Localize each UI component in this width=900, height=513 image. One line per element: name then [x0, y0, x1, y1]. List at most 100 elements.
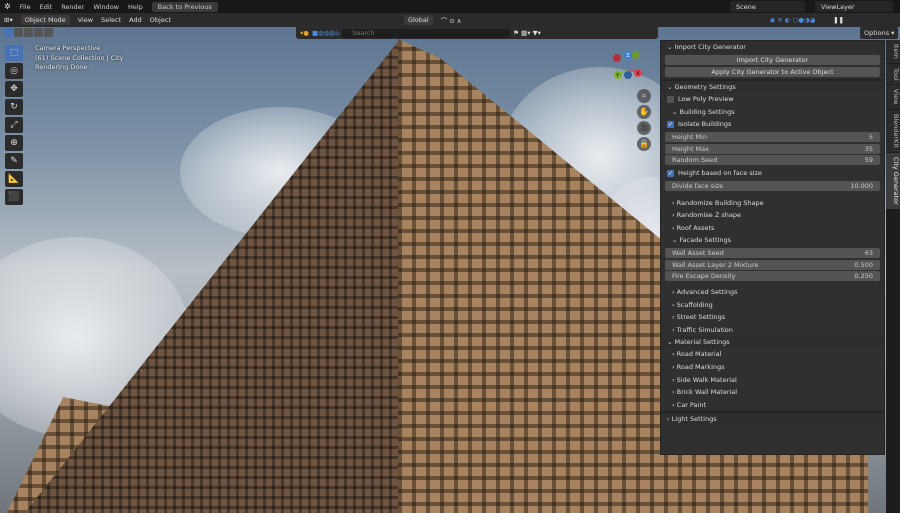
tab-city-generator[interactable]: City Generator — [886, 152, 900, 209]
street-settings-header[interactable]: › Street Settings — [661, 311, 884, 324]
menu-render[interactable]: Render — [61, 3, 84, 11]
randomise-z-shape-header[interactable]: › Randomise Z shape — [661, 209, 884, 222]
menu-window[interactable]: Window — [93, 3, 119, 11]
subpanel-label: Side Walk Material — [676, 375, 737, 384]
randomize-building-shape-header[interactable]: › Randomize Building Shape — [661, 196, 884, 209]
selection-mode-buttons[interactable] — [4, 28, 53, 37]
menu-object[interactable]: Object — [150, 16, 171, 24]
viewport-toolbar: ▾● ■◍◍◍⌂ Search ⚑ ▦▾ ▼▾ — [296, 27, 658, 39]
roof-assets-header[interactable]: › Roof Assets — [661, 222, 884, 235]
height-face-size-checkbox[interactable]: ✓ Height based on face size — [661, 167, 884, 180]
navigation-gizmo[interactable]: Z Y X — [608, 47, 648, 87]
import-title: Import City Generator — [674, 43, 746, 51]
road-material-header[interactable]: › Road Material — [661, 348, 884, 361]
fire-escape-density-field[interactable]: Fire Escape Density 0.250 — [665, 271, 880, 282]
brick-wall-material-header[interactable]: › Brick Wall Material — [661, 386, 884, 399]
scene-name: Scene — [736, 2, 756, 11]
view-layer-selector[interactable]: ViewLayer — [815, 1, 893, 12]
z-label: Z — [626, 53, 630, 59]
wall-asset-mixture-field[interactable]: Wall Asset Layer 2 Mixture 0.500 — [665, 259, 880, 270]
view-name: Camera Perspective — [35, 44, 101, 52]
import-panel-header[interactable]: ⌄ Import City Generator — [661, 41, 884, 53]
measure-tool-icon[interactable]: 📐 — [5, 171, 23, 187]
tab-view[interactable]: View — [886, 85, 900, 109]
shading-icons[interactable]: ◉ ✕ ◐ ○●◑◕ — [770, 16, 816, 24]
light-panel-header[interactable]: › Light Settings — [661, 413, 884, 426]
overlay-icons[interactable]: ■◍◍◍⌂ — [312, 29, 339, 37]
subpanel-label: Facade Settings — [679, 236, 732, 245]
isolate-buildings-checkbox[interactable]: ✓ Isolate Buildings — [661, 118, 884, 131]
building-settings-label: Building Settings — [679, 107, 735, 116]
subpanel-label: Car Paint — [676, 400, 707, 409]
filter-icon[interactable]: ⚑ ▦▾ ▼▾ — [513, 29, 541, 37]
back-to-previous-button[interactable]: Back to Previous — [151, 1, 218, 12]
geometry-title: Geometry Settings — [674, 83, 736, 91]
random-seed-field[interactable]: Random Seed 59 — [665, 155, 880, 166]
render-status: Rendering Done — [35, 63, 88, 71]
mode-dropdown[interactable]: Object Mode — [20, 15, 70, 25]
pause-icon[interactable]: ❚❚ — [833, 16, 844, 24]
rotate-tool-icon[interactable]: ↻ — [5, 99, 23, 115]
menu-help[interactable]: Help — [128, 3, 143, 11]
neg-x-axis[interactable] — [613, 54, 621, 62]
options-dropdown[interactable]: Options ▾ — [860, 27, 899, 39]
car-paint-header[interactable]: › Car Paint — [661, 399, 884, 412]
menu-file[interactable]: File — [20, 3, 31, 11]
select-tool-icon[interactable]: ⬚ — [5, 45, 23, 61]
color-icon[interactable]: ▾● — [300, 29, 309, 37]
neg-z-axis[interactable] — [624, 71, 632, 79]
material-panel-header[interactable]: ⌄ Material Settings — [661, 336, 884, 349]
field-value: 63 — [864, 249, 873, 258]
side-walk-material-header[interactable]: › Side Walk Material — [661, 373, 884, 386]
wall-asset-seed-field[interactable]: Wall Asset Seed 63 — [665, 248, 880, 259]
transform-orientation-dropdown[interactable]: Global — [403, 15, 433, 25]
menu-edit[interactable]: Edit — [40, 3, 53, 11]
subpanel-label: Traffic Simulation — [676, 325, 733, 334]
geometry-panel-header[interactable]: ⌄ Geometry Settings — [661, 81, 884, 93]
blender-logo-icon[interactable]: ✲ — [4, 2, 11, 11]
top-bar: ✲ File Edit Render Window Help Back to P… — [0, 0, 900, 13]
x-label: X — [636, 71, 640, 77]
scene-selector[interactable]: Scene — [730, 1, 805, 12]
field-value: 0.500 — [854, 260, 873, 269]
tab-tool[interactable]: Tool — [886, 63, 900, 85]
pan-icon[interactable]: ✋ — [637, 105, 651, 119]
advanced-settings-header[interactable]: › Advanced Settings — [661, 286, 884, 299]
facade-settings-header[interactable]: ⌄ Facade Settings — [661, 234, 884, 247]
height-max-field[interactable]: Height Max 35 — [665, 143, 880, 154]
menu-select[interactable]: Select — [101, 16, 121, 24]
height-min-field[interactable]: Height Min 5 — [665, 132, 880, 143]
import-city-generator-button[interactable]: Import City Generator — [665, 55, 880, 65]
transform-tool-icon[interactable]: ⊕ — [5, 135, 23, 151]
neg-y-axis[interactable] — [632, 51, 640, 59]
apply-city-generator-button[interactable]: Apply City Generator to Active Object — [665, 67, 880, 77]
traffic-simulation-header[interactable]: › Traffic Simulation — [661, 324, 884, 337]
scale-tool-icon[interactable]: ⤢ — [5, 117, 23, 133]
subpanel-label: Road Material — [676, 350, 722, 359]
snap-icon[interactable]: ⌒ ⊙ ∧ — [441, 15, 462, 25]
editor-type-icon[interactable]: ⊞▾ — [4, 16, 13, 24]
lock-icon[interactable]: 🔒 — [637, 137, 651, 151]
add-cube-tool-icon[interactable]: ⬛ — [5, 189, 23, 205]
3d-viewport[interactable]: ▾● ■◍◍◍⌂ Search ⚑ ▦▾ ▼▾ Options ▾ Camera… — [0, 27, 900, 513]
tab-blenderkit[interactable]: BlenderKit — [886, 109, 900, 152]
light-title: Light Settings — [671, 415, 717, 424]
move-tool-icon[interactable]: ✥ — [5, 81, 23, 97]
subpanel-label: Advanced Settings — [676, 288, 738, 297]
tab-item[interactable]: Item — [886, 40, 900, 63]
camera-icon[interactable]: 🎥 — [637, 121, 651, 135]
menu-add[interactable]: Add — [129, 16, 142, 24]
building-settings-header[interactable]: ⌄ Building Settings — [661, 106, 884, 119]
annotate-tool-icon[interactable]: ✎ — [5, 153, 23, 169]
city-generator-sidebar: ⌄ Import City Generator Import City Gene… — [660, 40, 885, 455]
search-input[interactable]: Search — [342, 28, 511, 38]
scaffolding-header[interactable]: › Scaffolding — [661, 298, 884, 311]
menu-view[interactable]: View — [78, 16, 93, 24]
zoom-icon[interactable]: ⌕ — [637, 89, 651, 103]
road-markings-header[interactable]: › Road Markings — [661, 361, 884, 374]
toolbar: ⬚ ◎ ✥ ↻ ⤢ ⊕ ✎ 📐 ⬛ — [5, 45, 25, 205]
low-poly-checkbox[interactable]: Low Poly Preview — [661, 93, 884, 106]
cursor-tool-icon[interactable]: ◎ — [5, 63, 23, 79]
divide-face-size-field[interactable]: Divide face size 10.000 — [665, 180, 880, 191]
subpanel-label: Randomise Z shape — [676, 211, 741, 220]
